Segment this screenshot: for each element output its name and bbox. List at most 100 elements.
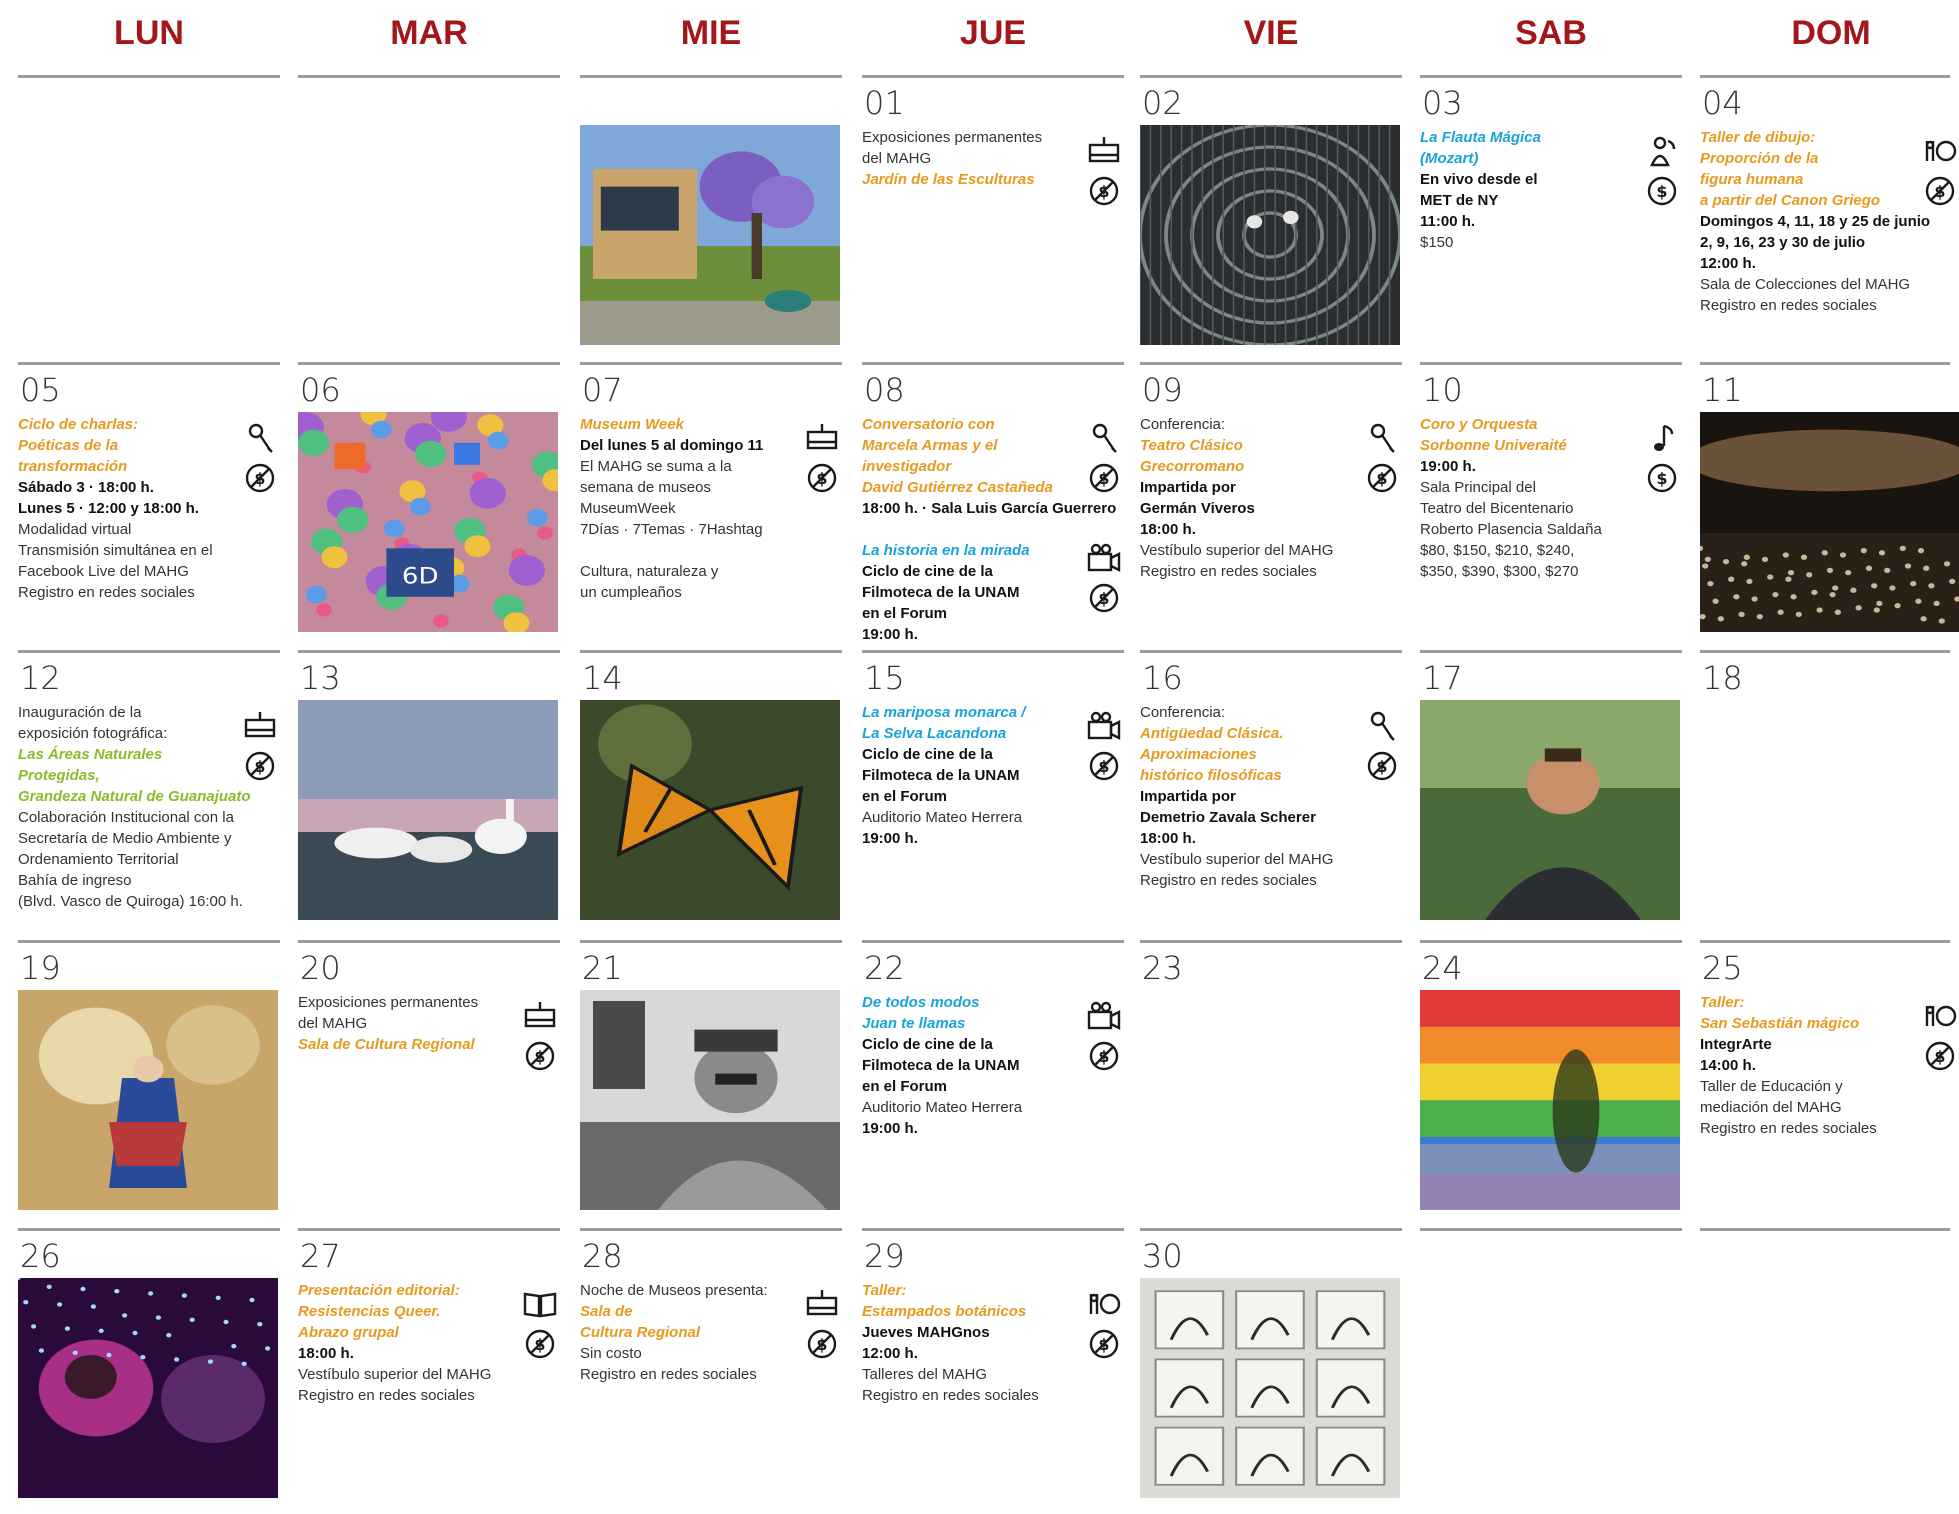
- event-line: David Gutiérrez Castañeda: [862, 479, 1053, 496]
- event-line: San Sebastián mágico: [1700, 1015, 1860, 1032]
- photo-rings: [1140, 125, 1400, 345]
- photo-collage: 6D: [298, 412, 558, 632]
- photo-painting: [18, 990, 278, 1210]
- event-line: 19:00 h.: [1420, 458, 1476, 475]
- event-line: 18:00 h.: [1140, 830, 1196, 847]
- event-line: Jueves MAHGnos: [862, 1324, 990, 1341]
- day-number: 07: [582, 371, 623, 409]
- day-divider: [1700, 650, 1950, 653]
- event-line: Museum Week: [580, 416, 684, 433]
- day-number: 24: [1422, 949, 1463, 987]
- event-line: Poéticas de la: [18, 437, 119, 454]
- event-line: Del lunes 5 al domingo 11: [580, 437, 764, 454]
- event-line: Vestíbulo superior del MAHG: [1140, 542, 1334, 559]
- free-icon: $: [1364, 748, 1400, 784]
- event-text: Ciclo de charlas: Poéticas de la transform…: [18, 414, 238, 603]
- event-line: Ciclo de cine de la: [862, 563, 993, 580]
- easel-icon: [242, 708, 278, 744]
- day-number: 13: [300, 659, 341, 697]
- day-number: 21: [582, 949, 623, 987]
- event-text: Conversatorio con Marcela Armas y el inves…: [862, 414, 1117, 519]
- event-line: Registro en redes sociales: [298, 1387, 475, 1404]
- event-line: [580, 540, 800, 561]
- free-icon: $: [522, 1038, 558, 1074]
- event-text: La Flauta Mágica (Mozart) En vivo desde el…: [1420, 127, 1640, 253]
- event-line: Ciclo de charlas:: [18, 416, 139, 433]
- event-line: 19:00 h.: [862, 830, 918, 847]
- day-divider: [862, 1228, 1124, 1231]
- event-line: Filmoteca de la UNAM: [862, 1057, 1020, 1074]
- event-line: Registro en redes sociales: [1140, 872, 1317, 889]
- weekday-header: MAR: [390, 14, 468, 52]
- day-divider: [1420, 1228, 1682, 1231]
- day-divider: [1140, 75, 1402, 78]
- event-line: 18:00 h. · Sala Luis García Guerrero: [862, 500, 1117, 517]
- event-line: investigador: [862, 458, 952, 475]
- easel-icon: [1086, 133, 1122, 169]
- photo-butterfly: [580, 700, 840, 920]
- free-icon: $: [242, 748, 278, 784]
- event-line: Facebook Live del MAHG: [18, 563, 189, 580]
- event-line: Taller de Educación y: [1700, 1078, 1843, 1095]
- event-text: De todos modos Juan te llamas Ciclo de cin…: [862, 992, 1082, 1139]
- free-icon: $: [804, 1326, 840, 1362]
- event-line: Sala de Colecciones del MAHG: [1700, 276, 1911, 293]
- photo-swans: [298, 700, 558, 920]
- event-line: Noche de Museos presenta:: [580, 1282, 768, 1299]
- svg-text:6D: 6D: [402, 564, 439, 590]
- day-number: 29: [864, 1237, 905, 1275]
- event-line: La Selva Lacandona: [862, 725, 1007, 742]
- microphone-icon: [1364, 708, 1400, 744]
- event-text: Inauguración de la exposición fotográfica…: [18, 702, 251, 912]
- day-divider: [1140, 362, 1402, 365]
- event-text: Exposiciones permanentes del MAHG Sala de …: [298, 992, 518, 1055]
- event-line: Secretaría de Medio Ambiente y: [18, 830, 232, 847]
- event-line: un cumpleaños: [580, 584, 682, 601]
- event-line: Teatro Clásico: [1140, 437, 1243, 454]
- event-line: Taller:: [862, 1282, 907, 1299]
- event-line: Sala Principal del: [1420, 479, 1536, 496]
- event-line: Cultura, naturaleza y: [580, 563, 719, 580]
- event-text: Conferencia: Antigüedad Clásica. Aproximac…: [1140, 702, 1360, 891]
- day-divider: [18, 75, 280, 78]
- event-line: mediación del MAHG: [1700, 1099, 1842, 1116]
- easel-icon: [522, 998, 558, 1034]
- event-line: figura humana: [1700, 171, 1804, 188]
- event-line: transformación: [18, 458, 128, 475]
- event-line: Registro en redes sociales: [18, 584, 195, 601]
- photo-frames: [1140, 1278, 1400, 1498]
- day-number: 01: [864, 84, 905, 122]
- event-line: Juan te llamas: [862, 1015, 966, 1032]
- event-line: Registro en redes sociales: [862, 1387, 1039, 1404]
- day-number: 11: [1702, 371, 1743, 409]
- day-divider: [580, 1228, 842, 1231]
- day-divider: [862, 362, 1124, 365]
- photo-garden: [580, 125, 840, 345]
- day-divider: [580, 362, 842, 365]
- event-line: Filmoteca de la UNAM: [862, 584, 1020, 601]
- day-divider: [580, 75, 842, 78]
- day-number: 09: [1142, 371, 1183, 409]
- free-icon: $: [522, 1326, 558, 1362]
- day-divider: [1700, 362, 1950, 365]
- microphone-icon: [242, 420, 278, 456]
- day-number: 17: [1422, 659, 1463, 697]
- microphone-icon: [1086, 420, 1122, 456]
- day-number: 23: [1142, 949, 1183, 987]
- day-number: 20: [300, 949, 341, 987]
- event-text: Taller: Estampados botánicos Jueves MAHGno…: [862, 1280, 1082, 1406]
- free-icon: $: [1086, 460, 1122, 496]
- event-line: IntegrArte: [1700, 1036, 1772, 1053]
- event-line: La Flauta Mágica: [1420, 129, 1541, 146]
- event-line: Protegidas,: [18, 767, 100, 784]
- event-line: Lunes 5 · 12:00 y 18:00 h.: [18, 500, 199, 517]
- easel-icon: [804, 420, 840, 456]
- workshop-icon: [1922, 998, 1958, 1034]
- day-divider: [18, 1228, 280, 1231]
- event-line: histórico filosóficas: [1140, 767, 1282, 784]
- event-line: MuseumWeek: [580, 500, 676, 517]
- event-line: Roberto Plasencia Saldaña: [1420, 521, 1602, 538]
- event-line: Coro y Orquesta: [1420, 416, 1538, 433]
- easel-icon: [804, 1286, 840, 1322]
- event-line: Registro en redes sociales: [580, 1366, 757, 1383]
